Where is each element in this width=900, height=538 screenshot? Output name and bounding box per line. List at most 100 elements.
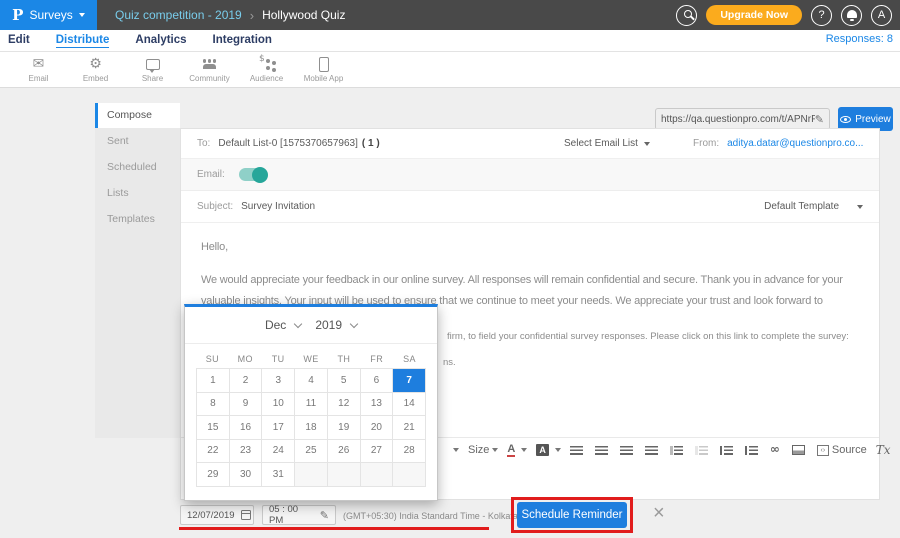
year-dropdown[interactable]: 2019 <box>315 318 357 332</box>
from-label: From: <box>693 138 719 149</box>
text-color-icon[interactable] <box>507 443 527 457</box>
channel-item[interactable]: Audience <box>238 52 295 83</box>
preview-label: Preview <box>855 114 891 125</box>
calendar-day[interactable]: 1 <box>197 369 230 393</box>
calendar-day[interactable]: 27 <box>361 440 394 464</box>
calendar-day[interactable]: 30 <box>230 463 263 487</box>
calendar-day[interactable]: 28 <box>393 440 426 464</box>
sidebar-item[interactable]: Lists <box>95 180 180 206</box>
background-color-icon[interactable] <box>536 444 561 456</box>
calendar-day[interactable]: 9 <box>230 393 263 417</box>
audience-icon <box>259 56 274 72</box>
format-dropdown-caret[interactable] <box>447 448 459 452</box>
channel-item[interactable]: Embed <box>67 52 124 83</box>
timezone-info: (GMT+05:30) India Standard Time - Kolkat… <box>343 510 533 521</box>
channel-item[interactable]: Mobile App <box>295 52 352 83</box>
calendar-day[interactable]: 11 <box>295 393 328 417</box>
calendar-day[interactable]: 7 <box>393 369 426 393</box>
calendar-day[interactable] <box>393 463 426 487</box>
sidebar-item[interactable]: Compose <box>95 103 180 128</box>
weekday-label: TH <box>327 354 360 364</box>
calendar-day[interactable]: 21 <box>393 416 426 440</box>
calendar-day[interactable]: 5 <box>328 369 361 393</box>
calendar-day[interactable] <box>361 463 394 487</box>
breadcrumb-parent[interactable]: Quiz competition - 2019 <box>115 8 242 22</box>
nav-tab[interactable]: Analytics <box>135 34 186 47</box>
calendar-day[interactable]: 31 <box>262 463 295 487</box>
schedule-reminder-button[interactable]: Schedule Reminder <box>517 502 627 528</box>
calendar-day[interactable]: 4 <box>295 369 328 393</box>
calendar-day[interactable]: 18 <box>295 416 328 440</box>
calendar-day[interactable]: 8 <box>197 393 230 417</box>
link-icon[interactable] <box>770 445 783 455</box>
schedule-time-field[interactable]: 05 : 00 PM ✎ <box>262 505 336 525</box>
calendar-day[interactable]: 29 <box>197 463 230 487</box>
calendar-day[interactable] <box>328 463 361 487</box>
align-center-icon[interactable] <box>595 446 611 455</box>
source-button[interactable]: Source <box>817 444 867 456</box>
chevron-down-icon <box>521 448 527 452</box>
channel-item[interactable]: Community <box>181 52 238 83</box>
calendar-day[interactable]: 25 <box>295 440 328 464</box>
indent-increase-icon[interactable] <box>670 446 686 455</box>
calendar-day[interactable]: 10 <box>262 393 295 417</box>
calendar-day[interactable]: 20 <box>361 416 394 440</box>
calendar-day[interactable]: 16 <box>230 416 263 440</box>
calendar-day[interactable]: 22 <box>197 440 230 464</box>
bullet-list-icon[interactable] <box>720 446 736 455</box>
select-email-list-dropdown[interactable]: Select Email List <box>564 138 650 149</box>
search-button[interactable] <box>676 5 697 26</box>
chevron-down-icon <box>294 319 302 327</box>
month-dropdown[interactable]: Dec <box>265 318 301 332</box>
image-icon[interactable] <box>792 445 808 455</box>
sidebar-item[interactable]: Templates <box>95 206 180 232</box>
calendar-day[interactable]: 3 <box>262 369 295 393</box>
calendar-day[interactable]: 6 <box>361 369 394 393</box>
url-edit-icon[interactable]: ✎ <box>815 114 824 125</box>
schedule-date-field[interactable]: 12/07/2019 <box>180 505 254 525</box>
to-list-value[interactable]: Default List-0 [1575370657963] <box>218 138 358 149</box>
weekday-label: FR <box>360 354 393 364</box>
calendar-day[interactable]: 2 <box>230 369 263 393</box>
community-icon <box>202 56 217 72</box>
channel-item[interactable]: Email <box>10 52 67 83</box>
nav-tab[interactable]: Distribute <box>56 34 110 48</box>
upgrade-now-button[interactable]: Upgrade Now <box>706 5 802 25</box>
sidebar-item[interactable]: Scheduled <box>95 154 180 180</box>
survey-url-input[interactable] <box>661 114 815 125</box>
align-right-icon[interactable] <box>620 446 636 455</box>
calendar-day[interactable]: 19 <box>328 416 361 440</box>
calendar-day[interactable]: 12 <box>328 393 361 417</box>
from-email[interactable]: aditya.datar@questionpro.co... <box>727 138 863 149</box>
calendar-day[interactable]: 15 <box>197 416 230 440</box>
nav-tab[interactable]: Integration <box>213 34 272 47</box>
align-justify-icon[interactable] <box>645 446 661 455</box>
recipients-row: To: Default List-0 [1575370657963] ( 1 )… <box>181 129 879 159</box>
chevron-down-icon <box>644 142 650 146</box>
calendar-day[interactable]: 26 <box>328 440 361 464</box>
close-icon[interactable]: × <box>653 503 665 523</box>
calendar-day[interactable]: 14 <box>393 393 426 417</box>
email-toggle[interactable] <box>239 168 267 181</box>
size-dropdown[interactable]: Size <box>468 444 498 456</box>
clear-formatting-icon[interactable]: Tx <box>876 443 891 457</box>
surveys-menu[interactable]: P Surveys <box>0 0 97 30</box>
calendar-day[interactable]: 24 <box>262 440 295 464</box>
responses-count[interactable]: Responses: 8 <box>826 33 893 45</box>
share-icon <box>146 56 160 72</box>
calendar-day[interactable]: 17 <box>262 416 295 440</box>
channel-item[interactable]: Share <box>124 52 181 83</box>
sidebar-item[interactable]: Sent <box>95 128 180 154</box>
avatar[interactable]: A <box>871 5 892 26</box>
calendar-day[interactable]: 23 <box>230 440 263 464</box>
calendar-day[interactable]: 13 <box>361 393 394 417</box>
subject-value[interactable]: Survey Invitation <box>241 201 315 212</box>
numbered-list-icon[interactable] <box>745 446 761 455</box>
calendar-day[interactable] <box>295 463 328 487</box>
nav-tab[interactable]: Edit <box>8 34 30 47</box>
indent-decrease-icon[interactable] <box>695 446 711 455</box>
align-left-icon[interactable] <box>570 446 586 455</box>
template-dropdown[interactable]: Default Template <box>764 201 863 212</box>
notifications-button[interactable] <box>841 5 862 26</box>
help-button[interactable]: ? <box>811 5 832 26</box>
